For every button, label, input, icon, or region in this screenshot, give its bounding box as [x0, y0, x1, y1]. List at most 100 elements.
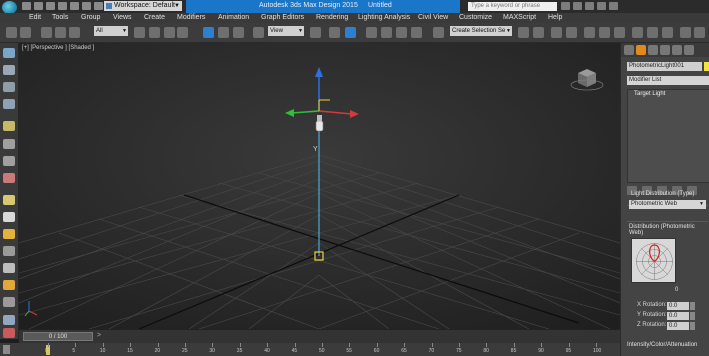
y-rotation-spinner[interactable]: [690, 312, 695, 320]
selection-filter-dropdown[interactable]: All ▼: [94, 26, 128, 36]
tab-display-icon[interactable]: [672, 45, 682, 55]
schematic-view-icon[interactable]: [599, 27, 610, 38]
tab-modify-icon[interactable]: [636, 45, 646, 55]
menu-edit[interactable]: Edit: [29, 14, 41, 21]
reference-coordinate-dropdown[interactable]: View ▼: [268, 26, 304, 36]
systems-icon[interactable]: [3, 328, 15, 338]
layer-explorer-icon[interactable]: [566, 27, 577, 38]
project-folder-icon[interactable]: [82, 2, 91, 10]
mini-curve-editor-icon[interactable]: [3, 345, 10, 354]
snaps-toggle-icon[interactable]: [366, 27, 377, 38]
z-rotation-field[interactable]: 0.0: [667, 322, 689, 330]
target-spot-icon[interactable]: [3, 246, 15, 256]
link-icon[interactable]: [41, 27, 52, 38]
redo-icon[interactable]: [70, 2, 79, 10]
next-frame-icon[interactable]: >: [97, 332, 101, 339]
helpers-icon[interactable]: [3, 315, 15, 325]
select-object-icon[interactable]: [134, 27, 145, 38]
rendered-frame-window-icon[interactable]: [647, 27, 658, 38]
menu-tools[interactable]: Tools: [52, 14, 68, 21]
select-by-name-icon[interactable]: [149, 27, 160, 38]
render-setup-icon[interactable]: [632, 27, 643, 38]
track-bar[interactable]: 0 5 10 15 20 25 30 35 40 45 50 55 60 65 70 75 80 85 90 95 10…: [0, 343, 620, 356]
photometric-light-icon[interactable]: [3, 297, 15, 307]
menu-customize[interactable]: Customize: [459, 14, 492, 21]
object-paint-icon[interactable]: [3, 99, 15, 109]
x-rotation-field[interactable]: 0.0: [667, 302, 689, 310]
perspective-viewport[interactable]: Y [+] [Perspective ] [Shaded ]: [19, 43, 620, 329]
viewport-label[interactable]: [+] [Perspective ] [Shaded ]: [22, 45, 94, 51]
populate-icon[interactable]: [3, 121, 15, 131]
undo-icon[interactable]: [58, 2, 67, 10]
material-editor-icon[interactable]: [614, 27, 625, 38]
render-production-icon[interactable]: [662, 27, 673, 38]
menu-graph-editors[interactable]: Graph Editors: [261, 14, 304, 21]
align-icon[interactable]: [533, 27, 544, 38]
help-icon[interactable]: [609, 2, 618, 10]
unlink-icon[interactable]: [55, 27, 66, 38]
redo-icon[interactable]: [20, 27, 31, 38]
keyboard-shortcut-override-icon[interactable]: [345, 27, 356, 38]
favorites-icon[interactable]: [597, 2, 606, 10]
y-rotation-field[interactable]: 0.0: [667, 312, 689, 320]
select-and-place-icon[interactable]: [253, 27, 264, 38]
subscription-icon[interactable]: [573, 2, 582, 10]
menu-help[interactable]: Help: [548, 14, 562, 21]
mirror-icon[interactable]: [518, 27, 529, 38]
open-icon[interactable]: [34, 2, 43, 10]
environment-icon[interactable]: [694, 27, 705, 38]
a360-render-icon[interactable]: [680, 27, 691, 38]
selection-icon[interactable]: [3, 82, 15, 92]
object-color-swatch[interactable]: [704, 62, 709, 71]
new-icon[interactable]: [22, 2, 31, 10]
create-lights-icon[interactable]: [3, 173, 15, 183]
window-crossing-icon[interactable]: [177, 27, 188, 38]
menu-civil-view[interactable]: Civil View: [418, 14, 448, 21]
tab-hierarchy-icon[interactable]: [648, 45, 658, 55]
intensity-rollout-title[interactable]: Intensity/Color/Attenuation: [627, 342, 697, 348]
scene-explorer-icon[interactable]: [551, 27, 562, 38]
light-distribution-dropdown[interactable]: Photometric Web ▼: [629, 200, 706, 209]
distribution-rollout-title[interactable]: Distribution (Photometric Web): [629, 224, 709, 236]
photometric-web-preview[interactable]: [631, 238, 676, 283]
workspace-selector[interactable]: Workspace: Default ▼: [104, 1, 182, 11]
menu-lighting-analysis[interactable]: Lighting Analysis: [358, 14, 410, 21]
daylight-icon[interactable]: [3, 212, 15, 222]
omni-light-icon[interactable]: [3, 229, 15, 239]
menu-modifiers[interactable]: Modifiers: [177, 14, 205, 21]
quick-access-dropdown-icon[interactable]: [94, 2, 103, 10]
select-and-rotate-icon[interactable]: [218, 27, 229, 38]
menu-views[interactable]: Views: [113, 14, 132, 21]
z-rotation-spinner[interactable]: [690, 322, 695, 330]
free-spot-icon[interactable]: [3, 263, 15, 273]
time-slider-thumb[interactable]: 0 / 100: [23, 332, 93, 341]
sunlight-icon[interactable]: [3, 195, 15, 205]
rectangular-selection-icon[interactable]: [164, 27, 175, 38]
x-rotation-spinner[interactable]: [690, 302, 695, 310]
angle-snap-icon[interactable]: [381, 27, 392, 38]
time-slider[interactable]: 0 / 100 >: [19, 329, 620, 343]
create-geometry-icon[interactable]: [3, 139, 15, 149]
communication-icon[interactable]: [585, 2, 594, 10]
skylight-icon[interactable]: [3, 280, 15, 290]
curve-editor-icon[interactable]: [584, 27, 595, 38]
tab-create-icon[interactable]: [624, 45, 634, 55]
menu-animation[interactable]: Animation: [218, 14, 249, 21]
search-input[interactable]: Type a keyword or phrase: [468, 2, 557, 11]
select-and-move-icon[interactable]: [203, 27, 214, 38]
named-selection-dropdown[interactable]: Create Selection Se ▼: [450, 26, 512, 36]
object-name-field[interactable]: PhotometricLight001: [627, 62, 702, 71]
select-manipulate-icon[interactable]: [329, 27, 340, 38]
select-and-scale-icon[interactable]: [233, 27, 244, 38]
bind-space-warp-icon[interactable]: [69, 27, 80, 38]
pivot-point-icon[interactable]: [310, 27, 321, 38]
freeform-icon[interactable]: [3, 65, 15, 75]
tab-utilities-icon[interactable]: [684, 45, 694, 55]
menu-rendering[interactable]: Rendering: [316, 14, 348, 21]
stack-item-target-light[interactable]: Target Light: [634, 91, 665, 97]
tab-motion-icon[interactable]: [660, 45, 670, 55]
percent-snap-icon[interactable]: [396, 27, 407, 38]
create-shapes-icon[interactable]: [3, 156, 15, 166]
menu-maxscript[interactable]: MAXScript: [503, 14, 536, 21]
undo-icon[interactable]: [6, 27, 17, 38]
